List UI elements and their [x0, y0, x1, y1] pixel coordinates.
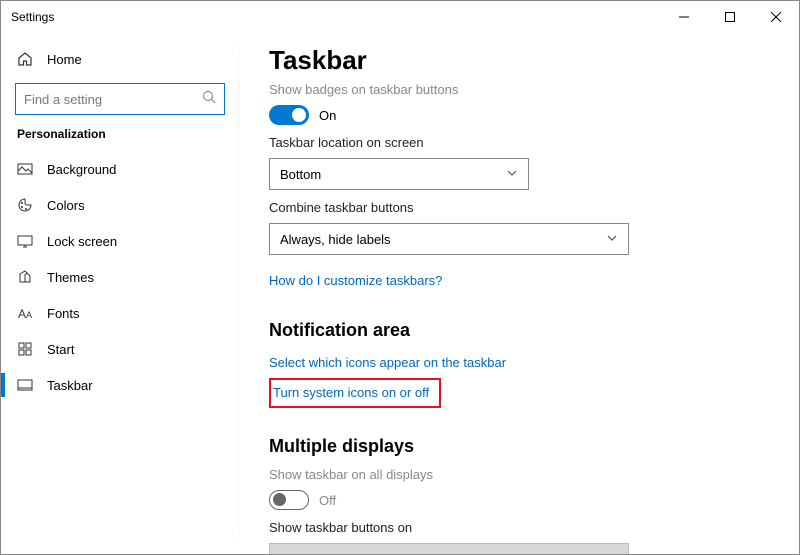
home-nav[interactable]: Home	[1, 41, 239, 77]
badges-label: Show badges on taskbar buttons	[269, 82, 769, 97]
chevron-down-icon	[606, 552, 618, 555]
sidebar-item-fonts[interactable]: AA Fonts	[1, 295, 239, 331]
titlebar: Settings	[1, 1, 799, 33]
maximize-button[interactable]	[707, 1, 753, 33]
start-icon	[17, 341, 33, 357]
combine-label: Combine taskbar buttons	[269, 200, 769, 215]
sidebar-item-label: Colors	[47, 198, 85, 213]
notification-heading: Notification area	[269, 320, 769, 341]
combine-select[interactable]: Always, hide labels	[269, 223, 629, 255]
multi-toggle-state: Off	[319, 493, 336, 508]
badges-state: On	[319, 108, 336, 123]
sidebar-item-lockscreen[interactable]: Lock screen	[1, 223, 239, 259]
sidebar-item-start[interactable]: Start	[1, 331, 239, 367]
sidebar-item-themes[interactable]: Themes	[1, 259, 239, 295]
select-icons-link[interactable]: Select which icons appear on the taskbar	[269, 355, 506, 370]
sidebar-item-label: Fonts	[47, 306, 80, 321]
chevron-down-icon	[606, 232, 618, 247]
showbuttons-value: All taskbars	[280, 552, 347, 555]
showbuttons-select: All taskbars	[269, 543, 629, 554]
fonts-icon: AA	[17, 305, 33, 321]
section-label: Personalization	[1, 125, 239, 151]
page-title: Taskbar	[269, 45, 769, 76]
sidebar: Home Personalization Background Colors L…	[1, 33, 239, 554]
taskbar-icon	[17, 377, 33, 393]
search-input[interactable]	[15, 83, 225, 115]
chevron-down-icon	[506, 167, 518, 182]
colors-icon	[17, 197, 33, 213]
help-link[interactable]: How do I customize taskbars?	[269, 273, 442, 288]
background-icon	[17, 161, 33, 177]
system-icons-link[interactable]: Turn system icons on or off	[273, 385, 429, 400]
close-button[interactable]	[753, 1, 799, 33]
location-label: Taskbar location on screen	[269, 135, 769, 150]
location-value: Bottom	[280, 167, 321, 182]
showbuttons-label: Show taskbar buttons on	[269, 520, 769, 535]
svg-text:A: A	[26, 310, 32, 320]
location-select[interactable]: Bottom	[269, 158, 529, 190]
search-field[interactable]	[24, 92, 202, 107]
lockscreen-icon	[17, 233, 33, 249]
sidebar-item-label: Taskbar	[47, 378, 93, 393]
multi-toggle-label: Show taskbar on all displays	[269, 467, 769, 482]
multiple-displays-heading: Multiple displays	[269, 436, 769, 457]
sidebar-item-taskbar[interactable]: Taskbar	[1, 367, 239, 403]
window-title: Settings	[11, 10, 54, 24]
combine-value: Always, hide labels	[280, 232, 391, 247]
sidebar-item-label: Themes	[47, 270, 94, 285]
multi-toggle[interactable]	[269, 490, 309, 510]
minimize-button[interactable]	[661, 1, 707, 33]
svg-text:A: A	[18, 307, 26, 321]
search-icon	[202, 90, 216, 109]
sidebar-item-background[interactable]: Background	[1, 151, 239, 187]
badges-toggle[interactable]	[269, 105, 309, 125]
sidebar-item-colors[interactable]: Colors	[1, 187, 239, 223]
main-content: Taskbar Show badges on taskbar buttons O…	[239, 33, 799, 554]
themes-icon	[17, 269, 33, 285]
sidebar-item-label: Background	[47, 162, 116, 177]
sidebar-item-label: Lock screen	[47, 234, 117, 249]
sidebar-item-label: Start	[47, 342, 74, 357]
home-label: Home	[47, 52, 82, 67]
home-icon	[17, 51, 33, 67]
window-controls	[661, 1, 799, 33]
highlight-annotation: Turn system icons on or off	[269, 378, 441, 408]
